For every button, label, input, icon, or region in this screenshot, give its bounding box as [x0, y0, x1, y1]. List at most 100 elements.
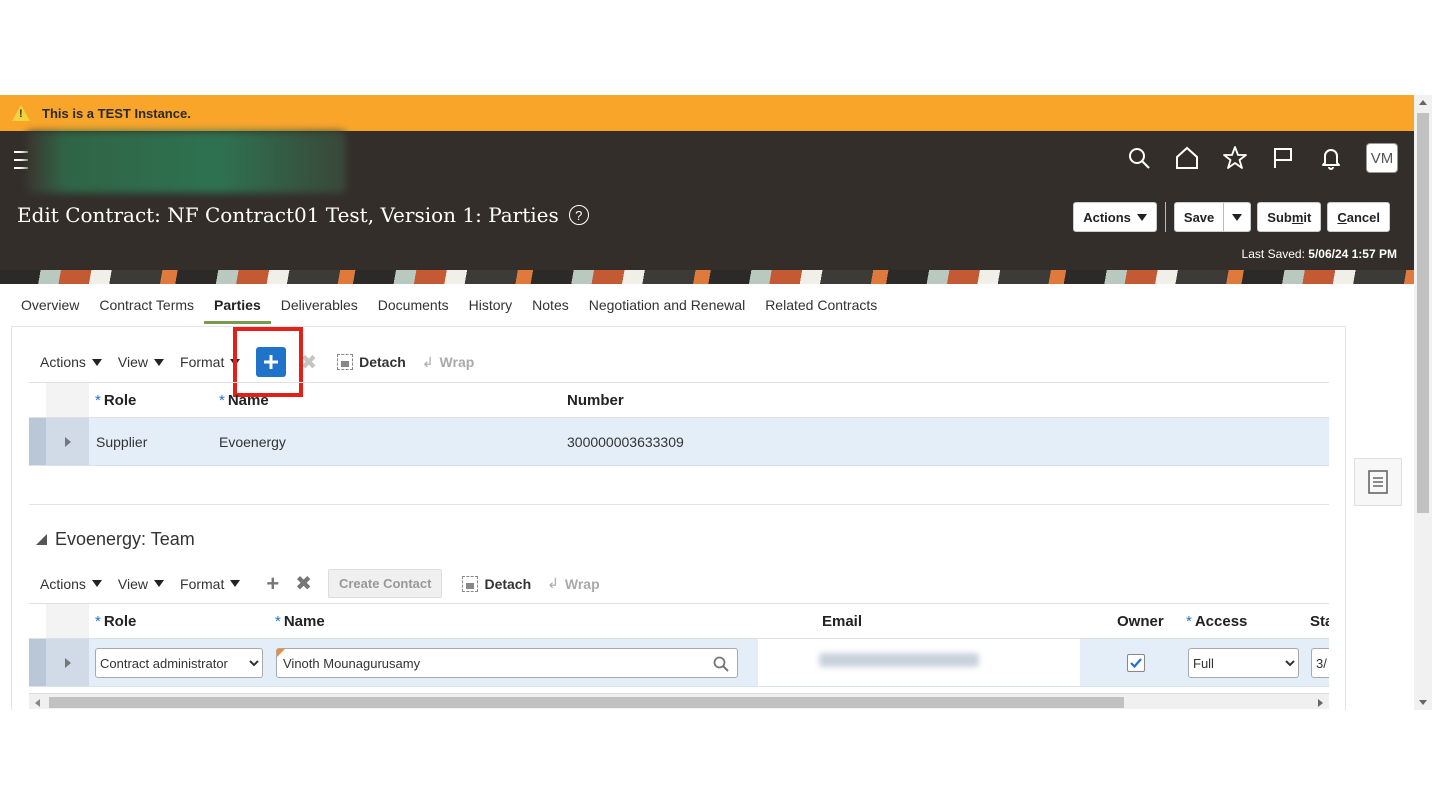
- email-value-redacted: [819, 653, 979, 667]
- wrap-icon: ↲: [421, 353, 434, 370]
- column-role[interactable]: * Role: [95, 613, 136, 630]
- column-owner[interactable]: Owner: [1117, 613, 1164, 630]
- row-expand-button[interactable]: [46, 639, 89, 686]
- checkmark-icon: [1130, 658, 1142, 669]
- tab-documents[interactable]: Documents: [368, 294, 459, 324]
- actions-menu-button[interactable]: Actions: [1073, 202, 1157, 232]
- cancel-button[interactable]: Cancel: [1327, 202, 1390, 232]
- tab-overview[interactable]: Overview: [11, 294, 89, 324]
- chevron-right-icon: [64, 436, 71, 447]
- scroll-left-icon[interactable]: [35, 699, 40, 707]
- flag-icon[interactable]: [1270, 145, 1296, 171]
- scroll-up-icon[interactable]: [1419, 100, 1427, 105]
- add-party-button[interactable]: [256, 347, 287, 377]
- table-row[interactable]: Supplier Evoenergy 300000003633309: [29, 418, 1329, 466]
- team-format-menu[interactable]: Format: [180, 576, 241, 592]
- tab-deliverables[interactable]: Deliverables: [271, 294, 368, 324]
- scrollbar-thumb[interactable]: [1417, 113, 1429, 513]
- column-name[interactable]: * Name: [219, 392, 269, 409]
- team-table-header: *Role *Name Email Owner *Access Sta: [29, 603, 1329, 639]
- chevron-down-icon: [154, 580, 165, 587]
- team-wrap-button[interactable]: ↲ Wrap: [547, 575, 599, 592]
- detach-icon: [337, 354, 354, 370]
- delete-contact-icon[interactable]: ✖: [295, 571, 312, 596]
- add-contact-icon[interactable]: +: [266, 571, 279, 597]
- parties-format-menu[interactable]: Format: [180, 354, 241, 370]
- scroll-down-icon[interactable]: [1419, 700, 1427, 705]
- detach-icon: [462, 575, 479, 592]
- parties-actions-menu[interactable]: Actions: [40, 354, 102, 370]
- team-section-title: Evoenergy: Team: [55, 529, 195, 549]
- save-options-button[interactable]: [1223, 203, 1250, 231]
- row-selector[interactable]: [29, 418, 46, 465]
- owner-checkbox[interactable]: [1127, 654, 1145, 672]
- chevron-down-icon: [91, 580, 102, 587]
- page-title-text: Edit Contract: NF Contract01 Test, Versi…: [17, 203, 559, 227]
- contract-tabs: Overview Contract Terms Parties Delivera…: [11, 294, 887, 324]
- app-window: This is a TEST Instance. VM: [0, 95, 1414, 710]
- parties-toolbar: Actions View Format ✖ Detach ↲ Wrap: [28, 347, 490, 377]
- test-instance-banner: This is a TEST Instance.: [0, 95, 1414, 131]
- cell-number: 300000003633309: [567, 433, 684, 450]
- tab-related-contracts[interactable]: Related Contracts: [755, 294, 887, 324]
- cell-role: Supplier: [96, 433, 148, 450]
- cancel-label: Cancel: [1337, 209, 1380, 225]
- home-icon[interactable]: [1174, 145, 1200, 171]
- team-view-menu[interactable]: View: [118, 576, 165, 592]
- collapse-icon[interactable]: [36, 534, 47, 545]
- tab-contract-terms[interactable]: Contract Terms: [89, 294, 204, 324]
- company-logo-text: [60, 143, 144, 185]
- changed-indicator: [277, 649, 285, 657]
- column-role[interactable]: * Role: [95, 392, 136, 409]
- delete-party-icon[interactable]: ✖: [300, 350, 317, 375]
- save-split-button: Save: [1173, 202, 1252, 232]
- notifications-bell-icon[interactable]: [1318, 145, 1344, 171]
- team-actions-menu[interactable]: Actions: [40, 576, 102, 592]
- document-icon: [1368, 470, 1388, 494]
- parties-view-menu[interactable]: View: [118, 354, 165, 370]
- column-number[interactable]: Number: [567, 392, 624, 409]
- search-icon[interactable]: [1126, 145, 1152, 171]
- chevron-down-icon: [154, 358, 165, 366]
- horizontal-scrollbar[interactable]: [29, 693, 1329, 709]
- tab-history[interactable]: History: [459, 294, 523, 324]
- column-email[interactable]: Email: [822, 613, 862, 630]
- team-name-value: Vinoth Mounagurusamy: [283, 655, 421, 671]
- tab-notes[interactable]: Notes: [522, 294, 579, 324]
- warning-icon: [12, 105, 30, 121]
- parties-wrap-button[interactable]: ↲ Wrap: [422, 354, 474, 371]
- parties-detach-button[interactable]: Detach: [337, 354, 406, 370]
- test-instance-text: This is a TEST Instance.: [42, 105, 191, 121]
- submit-button[interactable]: Submit: [1257, 202, 1322, 232]
- column-access[interactable]: * Access: [1186, 613, 1247, 630]
- tab-negotiation-and-renewal[interactable]: Negotiation and Renewal: [579, 294, 755, 324]
- user-avatar[interactable]: VM: [1366, 143, 1398, 173]
- favorites-star-icon[interactable]: [1222, 145, 1248, 171]
- tab-parties[interactable]: Parties: [204, 294, 271, 324]
- row-expand-button[interactable]: [46, 418, 89, 465]
- team-section-header[interactable]: Evoenergy: Team: [36, 529, 195, 550]
- column-name[interactable]: * Name: [275, 613, 325, 630]
- scrollbar-thumb[interactable]: [49, 697, 1124, 708]
- chevron-down-icon: [91, 358, 102, 366]
- row-selector[interactable]: [29, 639, 46, 686]
- start-date-input[interactable]: 3/: [1311, 648, 1329, 678]
- scroll-right-icon[interactable]: [1318, 699, 1323, 707]
- team-table: *Role *Name Email Owner *Access Sta Cont…: [29, 603, 1329, 687]
- page-title: Edit Contract: NF Contract01 Test, Versi…: [17, 203, 589, 227]
- access-select[interactable]: Full: [1188, 648, 1299, 678]
- team-detach-button[interactable]: Detach: [462, 575, 531, 592]
- parties-table: * Role * Name Number Supplier Evoenergy 30…: [29, 382, 1329, 466]
- team-name-input[interactable]: Vinoth Mounagurusamy: [276, 648, 738, 678]
- help-icon[interactable]: ?: [568, 205, 589, 225]
- team-role-select[interactable]: Contract administrator: [95, 648, 263, 678]
- create-contact-button[interactable]: Create Contact: [327, 569, 443, 598]
- column-start-date[interactable]: Sta: [1310, 613, 1329, 630]
- side-panel-toggle[interactable]: [1354, 458, 1402, 506]
- chevron-down-icon: [1232, 213, 1243, 221]
- search-icon[interactable]: [713, 656, 729, 672]
- last-saved-value: 5/06/24 1:57 PM: [1308, 247, 1397, 261]
- table-row[interactable]: Contract administrator Vinoth Mounagurus…: [29, 639, 1329, 687]
- page-vertical-scrollbar[interactable]: [1414, 95, 1432, 710]
- save-button[interactable]: Save: [1175, 203, 1223, 231]
